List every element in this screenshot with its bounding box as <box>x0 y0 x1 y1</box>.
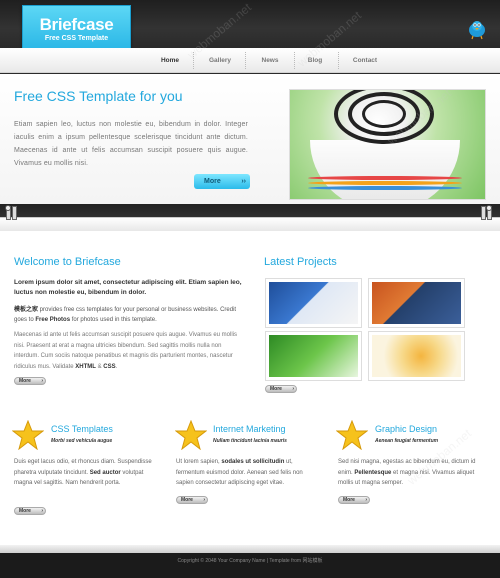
arrow-right-icon: › <box>41 508 43 514</box>
project-thumbnail[interactable] <box>368 278 465 328</box>
twitter-bird-icon[interactable] <box>466 18 488 40</box>
project-image <box>372 282 461 324</box>
hero-section: Free CSS Template for you Etiam sapien l… <box>0 74 500 204</box>
project-thumbnail[interactable] <box>265 331 362 381</box>
arrow-right-icon: ›› <box>241 178 246 185</box>
projects-heading: Latest Projects <box>264 256 337 268</box>
column-title-graphic-design: Graphic Design <box>375 424 438 434</box>
welcome-heading: Welcome to Briefcase <box>14 256 121 268</box>
column-subtitle: Morbi sed vehicula augue <box>51 438 113 444</box>
bolt-icon <box>486 205 492 211</box>
hero-more-label: More <box>204 178 221 185</box>
more-label: More <box>181 497 193 503</box>
column-more-button[interactable]: More › <box>14 507 46 515</box>
star-icon <box>336 420 368 450</box>
column-more-button[interactable]: More › <box>338 496 370 504</box>
nav-separator <box>193 52 194 69</box>
main-content: Welcome to Briefcase Lorem ipsum dolor s… <box>0 231 500 545</box>
star-icon <box>12 420 44 450</box>
spiral-ring <box>362 100 406 128</box>
project-image <box>269 282 358 324</box>
more-label: More <box>343 497 355 503</box>
shelf-peg <box>12 206 17 220</box>
column-text: Duis eget lacus odio, et rhoncus diam. S… <box>14 457 159 489</box>
xhtml-link[interactable]: XHTML <box>75 364 96 370</box>
site-name: 模板之家 <box>14 307 39 313</box>
more-label: More <box>19 378 31 384</box>
welcome-more-button[interactable]: More › <box>14 377 46 385</box>
body-end: . <box>115 363 118 370</box>
footer-shelf <box>0 545 500 553</box>
body-text: Maecenas id ante ut felis accumsan susci… <box>14 332 238 370</box>
free-photos-link[interactable]: Free Photos <box>35 317 70 323</box>
welcome-paragraph-credit: 模板之家 provides free css templates for you… <box>14 305 246 325</box>
main-nav: Home Gallery News Blog Contact <box>0 48 500 73</box>
star-icon <box>175 420 207 450</box>
logo-title: Briefcase <box>39 15 114 34</box>
footer-copyright: Copyright © 2048 Your Company Name | Tem… <box>177 558 323 564</box>
hero-text: Etiam sapien leo, luctus non molestie eu… <box>14 121 248 167</box>
projects-more-button[interactable]: More › <box>265 385 297 393</box>
cup-stripe <box>308 181 462 185</box>
nav-item-news[interactable]: News <box>250 48 290 73</box>
hero-more-button[interactable]: More ›› <box>194 174 250 189</box>
hero-image <box>289 89 486 200</box>
column-title-internet-marketing: Internet Marketing <box>213 424 286 434</box>
project-image <box>372 335 461 377</box>
cup-stripe <box>308 186 462 190</box>
nav-item-blog[interactable]: Blog <box>295 48 335 73</box>
column-subtitle: Aenean feugiat fermentum <box>375 438 439 444</box>
arrow-right-icon: › <box>203 497 205 503</box>
nav-item-home[interactable]: Home <box>150 48 190 73</box>
column-subtitle: Nullam tincidunt lacinia mauris <box>213 438 287 444</box>
column-text-bold: sodales ut sollicitudin <box>221 459 285 465</box>
column-text: Ut lorem sapien, sodales ut sollicitudin… <box>176 457 321 489</box>
project-thumbnail[interactable] <box>265 278 362 328</box>
welcome-intro: Lorem ipsum dolor sit amet, consectetur … <box>14 279 242 296</box>
column-more-button[interactable]: More › <box>176 496 208 504</box>
css-link[interactable]: CSS <box>103 364 115 370</box>
more-label: More <box>19 508 31 514</box>
column-title-css-templates: CSS Templates <box>51 424 113 434</box>
project-thumbnail[interactable] <box>368 331 465 381</box>
nav-item-gallery[interactable]: Gallery <box>200 48 240 73</box>
arrow-right-icon: › <box>41 378 43 384</box>
hero-title: Free CSS Template for you <box>14 88 183 104</box>
column-text-bold: Sed auctor <box>89 469 121 476</box>
more-label: More <box>270 386 282 392</box>
nav-separator <box>338 52 339 69</box>
credit-suffix: for photos used in this template. <box>70 317 157 323</box>
column-text: Sed nisi magna, egestas ac bibendum eu, … <box>338 457 483 489</box>
cup-shape <box>310 140 460 199</box>
bolt-icon <box>5 205 11 211</box>
column-text-bold: Pellentesque <box>354 469 392 476</box>
cup-stripe <box>308 176 462 180</box>
logo-tagline: Free CSS Template <box>44 35 109 42</box>
column-text-a: Ut lorem sapien, <box>176 459 222 465</box>
shelf-divider <box>0 217 500 231</box>
welcome-paragraph-body: Maecenas id ante ut felis accumsan susci… <box>14 330 246 372</box>
nav-item-contact[interactable]: Contact <box>343 48 387 73</box>
nav-separator <box>245 52 246 69</box>
arrow-right-icon: › <box>365 497 367 503</box>
arrow-right-icon: › <box>292 386 294 392</box>
project-image <box>269 335 358 377</box>
